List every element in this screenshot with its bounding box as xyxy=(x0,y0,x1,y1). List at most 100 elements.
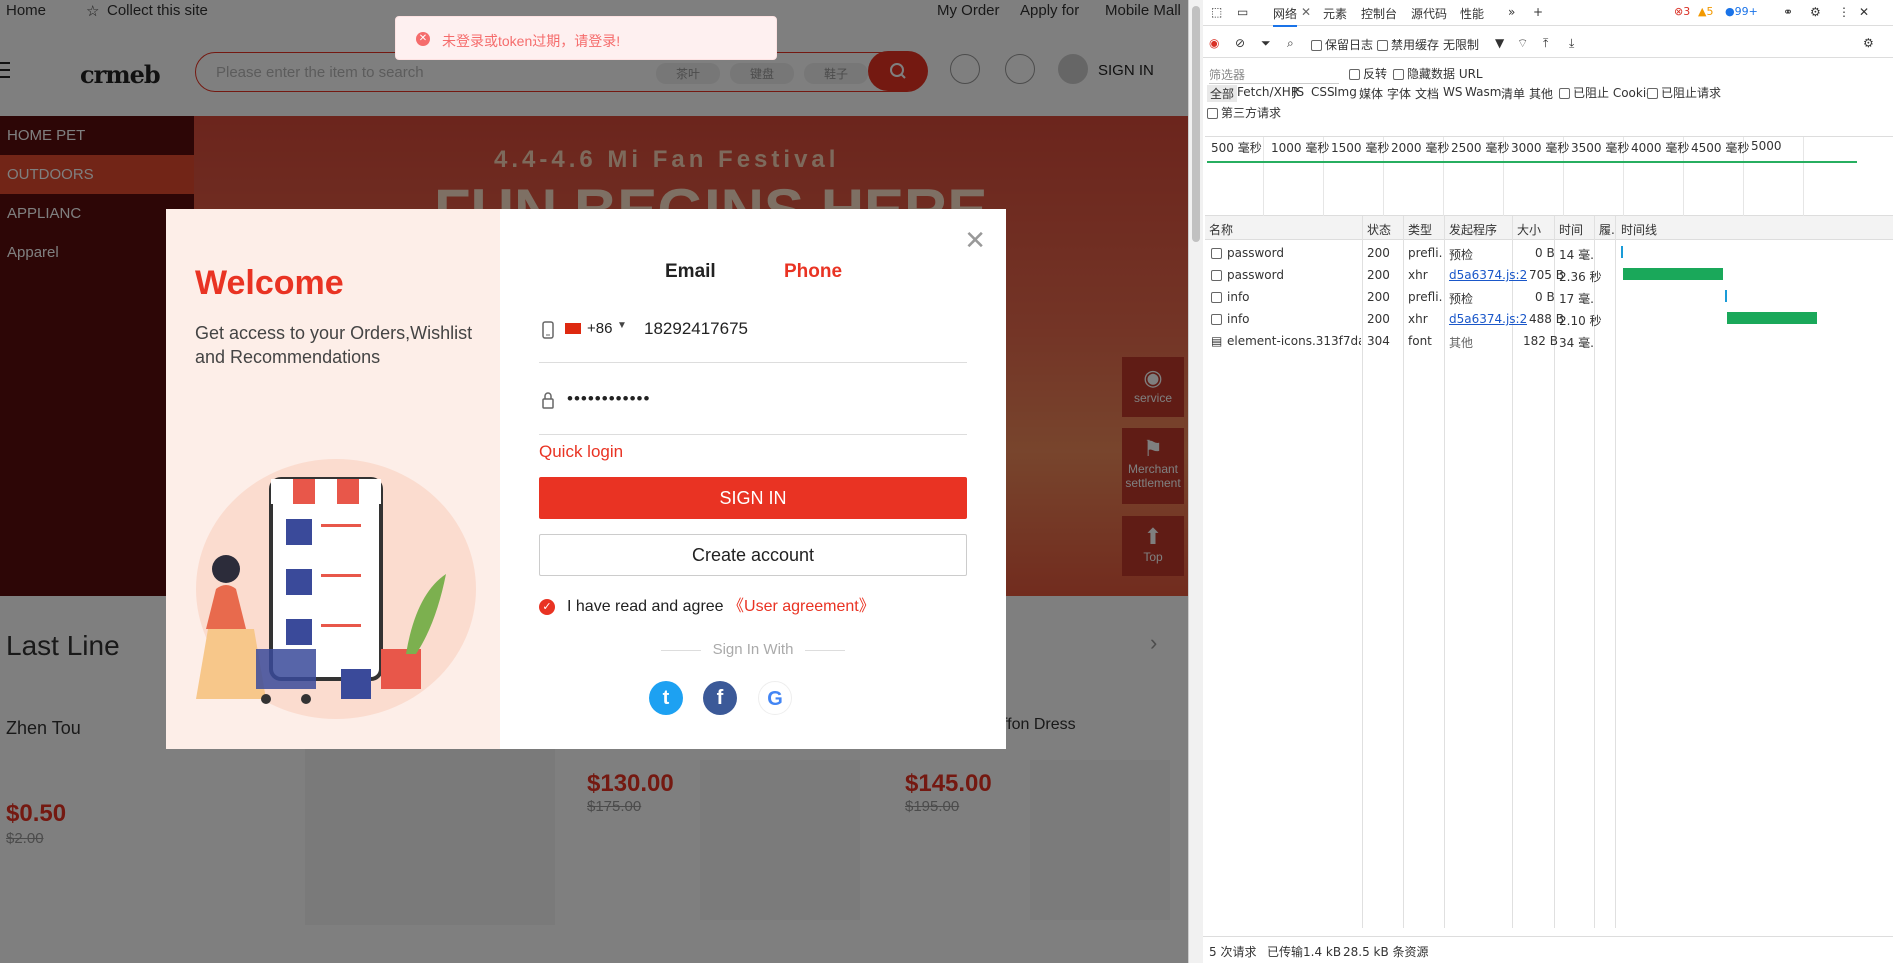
request-size: 0 B xyxy=(1535,290,1555,304)
row-checkbox[interactable] xyxy=(1211,290,1225,304)
initiator-link[interactable]: d5a6374.js:2 xyxy=(1449,312,1527,326)
preserve-log-checkbox[interactable]: 保留日志 xyxy=(1311,36,1373,53)
request-type: prefli... xyxy=(1408,290,1442,304)
table-row[interactable]: password 200 xhr d5a6374.js:2 705 B 2.36… xyxy=(1205,264,1893,286)
type-filter-media[interactable]: 媒体 xyxy=(1359,85,1383,102)
close-devtools-icon[interactable]: ✕ xyxy=(1859,5,1869,19)
request-name[interactable]: password xyxy=(1227,268,1284,282)
col-fulfilled[interactable]: 履. xyxy=(1599,221,1615,238)
kebab-menu-icon[interactable]: ⋮ xyxy=(1838,5,1850,19)
request-name[interactable]: element-icons.313f7da.woff xyxy=(1227,334,1361,348)
col-size[interactable]: 大小 xyxy=(1517,221,1541,238)
tab-email[interactable]: Email xyxy=(665,261,716,283)
invert-checkbox[interactable]: 反转 xyxy=(1349,65,1387,82)
timeline-overview[interactable]: 500 毫秒 1000 毫秒 1500 毫秒 2000 毫秒 2500 毫秒 3… xyxy=(1205,136,1893,217)
request-status: 200 xyxy=(1367,246,1390,260)
table-row[interactable]: password 200 prefli... 预检 0 B 14 毫... xyxy=(1205,242,1893,264)
page-scrollbar[interactable] xyxy=(1189,0,1203,963)
type-filter-img[interactable]: Img xyxy=(1334,85,1357,99)
user-agreement-link[interactable]: 《User agreement》 xyxy=(728,598,875,615)
tab-phone[interactable]: Phone xyxy=(784,261,842,283)
tab-elements[interactable]: 元素 xyxy=(1323,5,1347,22)
type-filter-doc[interactable]: 文档 xyxy=(1415,85,1439,102)
warning-count-badge[interactable]: ▲5 xyxy=(1698,5,1713,18)
gear-icon[interactable]: ⚙ xyxy=(1810,5,1821,19)
type-filter-ws[interactable]: WS xyxy=(1443,85,1462,99)
hide-data-url-checkbox[interactable]: 隐藏数据 URL xyxy=(1393,65,1483,82)
password-input[interactable]: •••••••••••• xyxy=(567,389,650,409)
type-filter-other[interactable]: 其他 xyxy=(1529,85,1553,102)
country-code-select[interactable]: +86 xyxy=(587,320,612,337)
col-name[interactable]: 名称 xyxy=(1209,221,1233,238)
record-icon[interactable]: ◉ xyxy=(1209,36,1219,50)
tab-console[interactable]: 控制台 xyxy=(1361,5,1397,22)
add-tab-icon[interactable]: + xyxy=(1533,5,1543,19)
clear-icon[interactable]: ⊘ xyxy=(1235,36,1245,50)
request-type: xhr xyxy=(1408,268,1428,282)
network-conditions-icon[interactable]: ⌔ xyxy=(1517,36,1528,51)
blocked-requests-checkbox[interactable]: 已阻止请求 xyxy=(1647,84,1721,101)
google-icon[interactable]: G xyxy=(758,681,792,715)
throttle-select[interactable]: 无限制 xyxy=(1443,36,1479,53)
twitter-icon[interactable]: t xyxy=(649,681,683,715)
type-filter-manifest[interactable]: 清单 xyxy=(1501,85,1525,102)
row-checkbox[interactable] xyxy=(1211,268,1225,282)
request-type: font xyxy=(1408,334,1432,348)
type-filter-font[interactable]: 字体 xyxy=(1387,85,1411,102)
request-name[interactable]: info xyxy=(1227,312,1250,326)
row-checkbox[interactable] xyxy=(1211,246,1225,260)
facebook-icon[interactable]: f xyxy=(703,681,737,715)
col-time[interactable]: 时间 xyxy=(1559,221,1583,238)
agree-checkbox[interactable]: ✓ xyxy=(539,598,555,615)
search-icon[interactable]: ⌕ xyxy=(1287,36,1294,51)
device-toolbar-icon[interactable]: ▭ xyxy=(1237,5,1248,19)
phone-input[interactable]: 18292417675 xyxy=(644,319,748,339)
tab-network[interactable]: 网络 xyxy=(1273,5,1298,27)
export-icon[interactable]: ⤓ xyxy=(1569,36,1574,51)
quick-login-link[interactable]: Quick login xyxy=(539,442,623,462)
blocked-cookies-checkbox[interactable]: 已阻止 Cookie xyxy=(1559,84,1654,101)
table-row[interactable]: ▤ element-icons.313f7da.woff 304 font 其他… xyxy=(1205,330,1893,352)
type-filter-all[interactable]: 全部 xyxy=(1207,85,1238,102)
connect-icon[interactable]: ⚭ xyxy=(1783,5,1793,19)
settings-icon[interactable]: ⚙ xyxy=(1863,36,1874,50)
tab-performance[interactable]: 性能 xyxy=(1460,5,1484,22)
type-filter-css[interactable]: CSS xyxy=(1311,85,1335,99)
close-tab-icon[interactable]: ✕ xyxy=(1301,5,1311,19)
filter-input[interactable]: 筛选器 xyxy=(1209,66,1339,84)
filter-icon[interactable]: ⏷ xyxy=(1261,36,1271,51)
col-waterfall[interactable]: 时间线 xyxy=(1621,221,1657,238)
type-filter-fetch[interactable]: Fetch/XHR xyxy=(1237,85,1299,99)
inspect-icon[interactable]: ⬚ xyxy=(1211,5,1222,19)
initiator-link[interactable]: d5a6374.js:2 xyxy=(1449,268,1527,282)
row-checkbox[interactable] xyxy=(1211,312,1225,326)
close-icon[interactable]: ✕ xyxy=(964,227,986,253)
disable-cache-checkbox[interactable]: 禁用缓存 xyxy=(1377,36,1439,53)
third-party-checkbox[interactable]: 第三方请求 xyxy=(1207,104,1281,121)
type-filter-wasm[interactable]: Wasm xyxy=(1465,85,1501,99)
more-tabs-icon[interactable]: » xyxy=(1508,5,1515,19)
table-row[interactable]: info 200 prefli... 预检 0 B 17 毫... xyxy=(1205,286,1893,308)
type-filter-js[interactable]: JS xyxy=(1293,85,1304,99)
message-count-badge[interactable]: ●99+ xyxy=(1725,5,1758,18)
timeline-tick: 5000 xyxy=(1751,139,1782,153)
status-bar: 5 次请求 已传输1.4 kB 28.5 kB 条资源 xyxy=(1203,936,1893,963)
modal-form-panel: ✕ Email Phone +86 ▼ 18292417675 ••••••••… xyxy=(500,209,1006,749)
request-name[interactable]: info xyxy=(1227,290,1250,304)
scrollbar-thumb[interactable] xyxy=(1192,6,1200,242)
tab-sources[interactable]: 源代码 xyxy=(1411,5,1447,22)
import-icon[interactable]: ⤒ xyxy=(1543,36,1548,51)
table-row[interactable]: info 200 xhr d5a6374.js:2 488 B 2.10 秒 xyxy=(1205,308,1893,330)
timeline-tick: 3500 毫秒 xyxy=(1571,141,1630,155)
sign-in-with: Sign In With xyxy=(500,641,1006,658)
sign-in-with-label: Sign In With xyxy=(712,641,794,658)
col-type[interactable]: 类型 xyxy=(1408,221,1432,238)
col-status[interactable]: 状态 xyxy=(1367,221,1391,238)
caret-down-icon[interactable]: ▼ xyxy=(617,320,627,331)
col-initiator[interactable]: 发起程序 xyxy=(1449,221,1497,238)
request-name[interactable]: password xyxy=(1227,246,1284,260)
error-count-badge[interactable]: ⊗3 xyxy=(1674,5,1690,18)
caret-down-icon[interactable]: ▼ xyxy=(1495,36,1504,50)
sign-in-button[interactable]: SIGN IN xyxy=(539,477,967,519)
create-account-button[interactable]: Create account xyxy=(539,534,967,576)
